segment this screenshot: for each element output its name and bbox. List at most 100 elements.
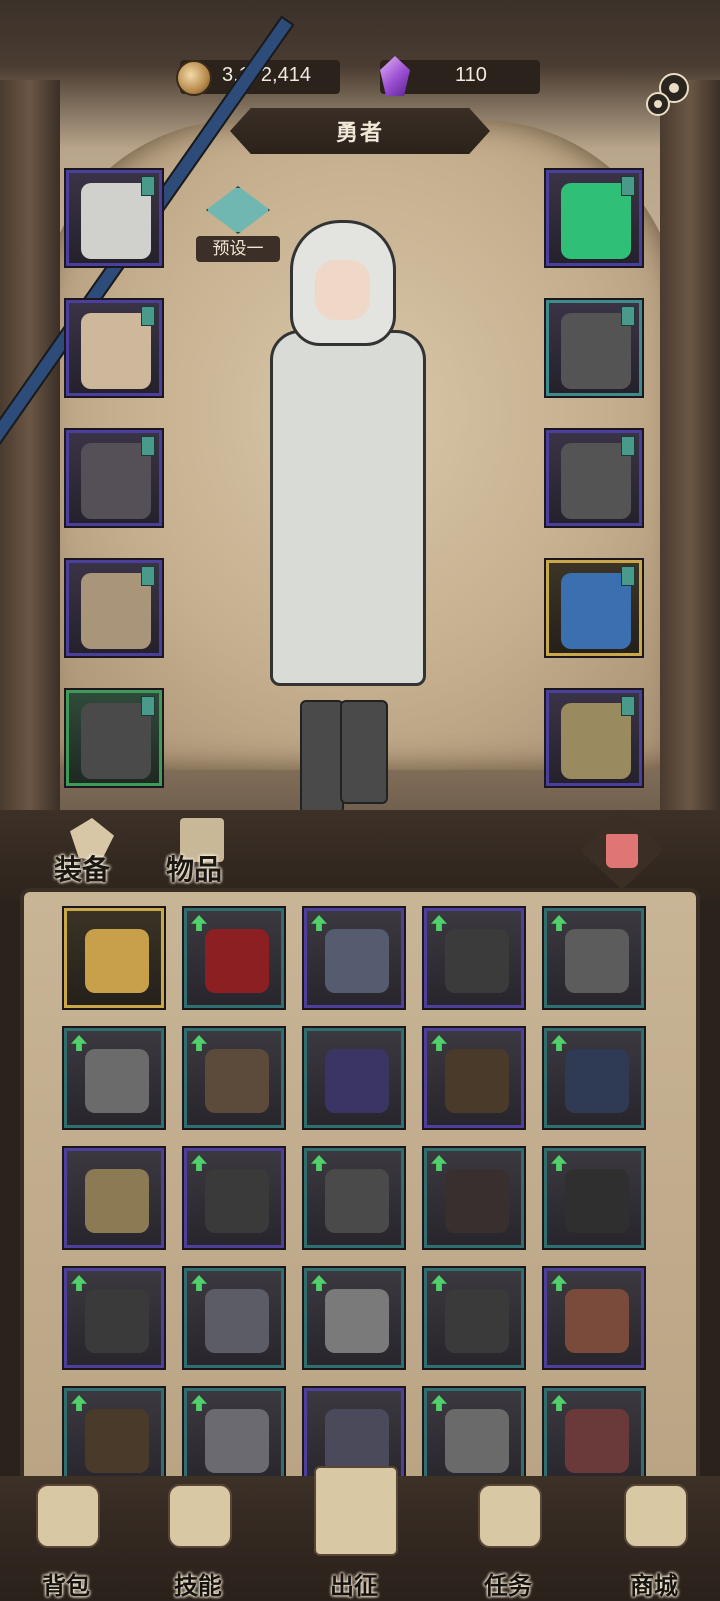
- inventory-slot[interactable]: [304, 1148, 404, 1248]
- hero-robe: [270, 330, 426, 686]
- frame-left-pillar: [0, 80, 60, 830]
- hero-boot-left: [300, 700, 344, 814]
- slot-tag-icon: [141, 696, 155, 716]
- inventory-slot[interactable]: [544, 1388, 644, 1484]
- equip-slot-right-staff[interactable]: [546, 560, 642, 656]
- equip-slot-left-boots[interactable]: [66, 690, 162, 786]
- nav-shop[interactable]: 商城: [594, 1476, 714, 1600]
- inventory-slot[interactable]: [304, 1028, 404, 1128]
- inventory-slot[interactable]: [64, 1268, 164, 1368]
- inventory-item-icon: [325, 1169, 389, 1233]
- upgrade-arrow-icon: [551, 1155, 567, 1171]
- upgrade-arrow-icon: [191, 1275, 207, 1291]
- inventory-slot[interactable]: [424, 1268, 524, 1368]
- tab-items[interactable]: 物品: [166, 848, 222, 888]
- trash-icon: [606, 834, 638, 868]
- hero-boot-right: [340, 700, 388, 804]
- upgrade-arrow-icon: [431, 915, 447, 931]
- equip-slot-left-gauntlet[interactable]: [66, 430, 162, 526]
- inventory-slot[interactable]: [424, 1028, 524, 1128]
- inventory-slot[interactable]: [424, 1388, 524, 1484]
- inventory-slot[interactable]: [544, 1268, 644, 1368]
- inventory-slot[interactable]: [64, 1148, 164, 1248]
- upgrade-arrow-icon: [191, 1395, 207, 1411]
- inventory-item-icon: [205, 1289, 269, 1353]
- inventory-slot[interactable]: [304, 1268, 404, 1368]
- nav-quests[interactable]: 任务: [448, 1476, 568, 1600]
- inventory-slot[interactable]: [424, 1148, 524, 1248]
- inventory-item-icon: [205, 1049, 269, 1113]
- inventory-item-icon: [445, 1169, 509, 1233]
- slot-tag-icon: [621, 566, 635, 586]
- upgrade-arrow-icon: [191, 1155, 207, 1171]
- inventory-slot[interactable]: [424, 908, 524, 1008]
- nav-backpack[interactable]: 背包: [6, 1476, 126, 1600]
- inventory-slot[interactable]: [64, 908, 164, 1008]
- inventory-item-icon: [85, 1409, 149, 1473]
- hero-title-plate: 勇者: [230, 108, 490, 154]
- inventory-item-icon: [445, 1049, 509, 1113]
- slot-tag-icon: [141, 306, 155, 326]
- equip-slot-right-ring[interactable]: [546, 430, 642, 526]
- nav-skills[interactable]: 技能: [138, 1476, 258, 1600]
- upgrade-arrow-icon: [311, 1155, 327, 1171]
- slot-tag-icon: [621, 696, 635, 716]
- upgrade-arrow-icon: [551, 1275, 567, 1291]
- equip-slot-left-pants[interactable]: [66, 560, 162, 656]
- inventory-item-icon: [445, 1409, 509, 1473]
- gold-coin-icon: [176, 60, 212, 96]
- frame-right-pillar: [660, 80, 720, 830]
- inventory-item-icon: [565, 1169, 629, 1233]
- upgrade-arrow-icon: [551, 915, 567, 931]
- inventory-slot[interactable]: [304, 908, 404, 1008]
- slot-tag-icon: [141, 566, 155, 586]
- scroll-icon: [314, 1466, 398, 1556]
- equip-slot-left-tunic[interactable]: [66, 300, 162, 396]
- inventory-slot[interactable]: [64, 1028, 164, 1128]
- nav-label: 任务: [484, 1572, 532, 1600]
- inventory-slot[interactable]: [184, 1148, 284, 1248]
- equip-slot-left-hood[interactable]: [66, 170, 162, 266]
- inventory-item-icon: [325, 1409, 389, 1473]
- nav-label: 出征: [330, 1572, 378, 1600]
- nav-label: 背包: [42, 1572, 90, 1600]
- inventory-slot[interactable]: [64, 1388, 164, 1484]
- upgrade-arrow-icon: [71, 1275, 87, 1291]
- equip-slot-right-ring[interactable]: [546, 300, 642, 396]
- slot-tag-icon: [141, 176, 155, 196]
- hero-portrait: [190, 210, 490, 830]
- slot-tag-icon: [621, 306, 635, 326]
- equip-slot-right-amulet[interactable]: [546, 170, 642, 266]
- gem-amount: 110: [455, 64, 487, 86]
- upgrade-arrow-icon: [431, 1155, 447, 1171]
- slot-tag-icon: [621, 436, 635, 456]
- inventory-item-icon: [85, 1289, 149, 1353]
- upgrade-arrow-icon: [191, 1035, 207, 1051]
- inventory-slot[interactable]: [544, 908, 644, 1008]
- tab-equipment[interactable]: 装备: [54, 848, 110, 888]
- inventory-item-icon: [565, 929, 629, 993]
- inventory-item-icon: [85, 929, 149, 993]
- inventory-item-icon: [325, 929, 389, 993]
- inventory-slot[interactable]: [184, 1388, 284, 1484]
- inventory-slot[interactable]: [184, 1028, 284, 1128]
- backpack-icon: [36, 1484, 100, 1548]
- inventory-item-icon: [205, 1169, 269, 1233]
- settings-gear-icon[interactable]: [640, 66, 696, 122]
- upgrade-arrow-icon: [551, 1035, 567, 1051]
- inventory-item-icon: [565, 1409, 629, 1473]
- inventory-slot[interactable]: [544, 1148, 644, 1248]
- inventory-slot[interactable]: [184, 1268, 284, 1368]
- equip-slot-right-tome[interactable]: [546, 690, 642, 786]
- inventory-item-icon: [325, 1049, 389, 1113]
- upgrade-arrow-icon: [431, 1395, 447, 1411]
- inventory-slot[interactable]: [544, 1028, 644, 1128]
- hero-title: 勇者: [335, 121, 384, 146]
- nav-expedition[interactable]: 出征: [294, 1466, 414, 1600]
- inventory-slot[interactable]: [184, 908, 284, 1008]
- inventory-item-icon: [445, 929, 509, 993]
- inventory-item-icon: [205, 929, 269, 993]
- upgrade-arrow-icon: [191, 915, 207, 931]
- upgrade-arrow-icon: [431, 1035, 447, 1051]
- inventory-item-icon: [85, 1049, 149, 1113]
